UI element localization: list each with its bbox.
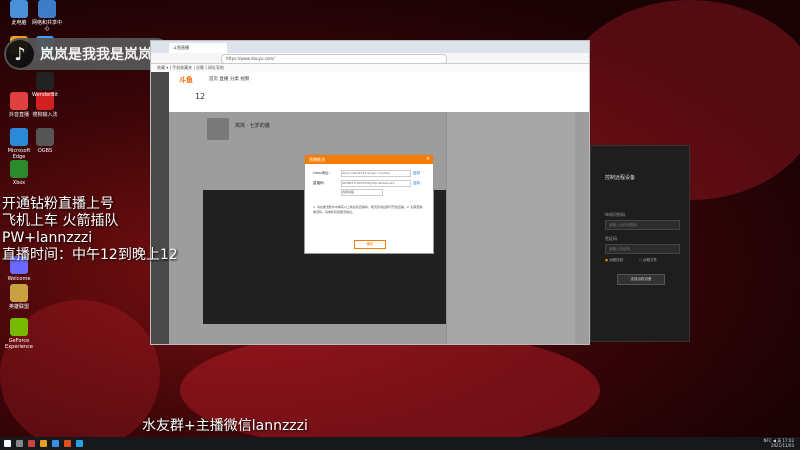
dialog-note: 1. 请在推流软件中填写以上地址和直播码，推流完成后即可开始直播。2. 如需更换… xyxy=(313,205,423,214)
desktop-icon[interactable]: Xbox xyxy=(2,160,36,186)
bottom-promo: 水友群+主播微信lannzzzi xyxy=(142,418,308,434)
site-nav: 斗鱼 首页 直播 分类 视频 xyxy=(169,72,589,87)
app-icon xyxy=(38,0,56,18)
desktop-icon-label: 英雄联盟 xyxy=(8,304,29,310)
promo-line: 直播时间：中午12到晚上12 xyxy=(2,247,178,263)
connect-button[interactable]: 连接远程设备 xyxy=(617,274,665,285)
app-icon xyxy=(10,92,28,110)
app-icon xyxy=(10,160,28,178)
remote-control-panel: 控制远程设备 伙伴识别码 请输入伙伴识别码 验证码 请输入验证码 ● 远程控制 … xyxy=(590,145,690,342)
partner-id-input[interactable]: 请输入伙伴识别码 xyxy=(605,220,680,230)
search-icon[interactable] xyxy=(16,440,23,447)
copy-key-button[interactable]: 复制 xyxy=(413,181,420,186)
line-select[interactable]: 选择线路 xyxy=(341,189,383,196)
streamkey-label: 直播码: xyxy=(313,181,325,185)
desktop-icon-label: Xbox xyxy=(12,180,26,186)
category-row: 12 xyxy=(169,86,589,112)
dialog-title: 直播推流 xyxy=(309,157,325,162)
rtmp-input[interactable]: rtmp://sendtc3a.douyu.com/live xyxy=(341,170,411,177)
desktop-icon-label: WonderBit xyxy=(32,92,58,98)
browser-window[interactable]: 斗鱼直播 https://www.douyu.com/ 收藏 ▾ | 手机收藏夹… xyxy=(150,40,590,345)
desktop-icon-label: GeForce Experience xyxy=(5,338,33,350)
app-icon xyxy=(10,284,28,302)
app-icon[interactable] xyxy=(52,440,59,447)
app-icon xyxy=(36,72,54,90)
tab-bar: 斗鱼直播 xyxy=(151,41,589,53)
password-input[interactable]: 请输入验证码 xyxy=(605,244,680,254)
password-label: 验证码 xyxy=(605,236,617,241)
rtmp-label: rtmp地址: xyxy=(313,171,330,175)
promo-text: 开通钻粉直播上号 飞机上车 火箭插队 PW+lannzzzi 直播时间：中午12… xyxy=(2,196,178,264)
web-page: 斗鱼 首页 直播 分类 视频 12 岚岚 · 七岁的猫 直播推流 × rtmp地… xyxy=(151,72,589,344)
taskbar: NFC ◀ 英 17:02 2021/11/03 xyxy=(0,437,800,450)
app-icon[interactable] xyxy=(40,440,47,447)
dialog-header: 直播推流 × xyxy=(305,155,433,164)
start-icon[interactable] xyxy=(4,440,11,447)
app-icon[interactable] xyxy=(28,440,35,447)
address-bar: https://www.douyu.com/ xyxy=(151,53,589,64)
app-icon xyxy=(10,318,28,336)
desktop-icon[interactable]: GeForce Experience xyxy=(2,318,36,350)
promo-line: PW+lannzzzi xyxy=(2,230,93,246)
system-tray[interactable]: NFC ◀ 英 17:02 2021/11/03 xyxy=(763,438,794,448)
app-icon xyxy=(10,0,28,18)
clock-date: 2021/11/03 xyxy=(770,443,794,448)
desktop-icon[interactable]: WonderBit xyxy=(28,72,62,98)
copy-rtmp-button[interactable]: 复制 xyxy=(413,171,420,176)
nav-items: 首页 直播 分类 视频 xyxy=(209,77,250,82)
tiktok-icon: ♪ xyxy=(6,40,34,68)
desktop-icon-label: 搜狗输入法 xyxy=(32,112,58,118)
push-stream-dialog: 直播推流 × rtmp地址: rtmp://sendtc3a.douyu.com… xyxy=(304,154,434,254)
url-input[interactable]: https://www.douyu.com/ xyxy=(221,54,447,64)
desktop-icon[interactable]: 网络和共享中心 xyxy=(30,0,64,32)
desktop-icon-label: 网络和共享中心 xyxy=(31,20,62,32)
promo-line: 开通钻粉直播上号 xyxy=(2,196,114,212)
app-icon xyxy=(10,128,28,146)
app-icon[interactable] xyxy=(64,440,71,447)
desktop-icon[interactable]: OGBS xyxy=(28,128,62,154)
desktop-icon[interactable]: 英雄联盟 xyxy=(2,284,36,310)
room-number: 12 xyxy=(195,92,206,101)
browser-tab[interactable]: 斗鱼直播 xyxy=(169,43,227,53)
radio-remote-file[interactable]: ○ 远程文件 xyxy=(639,258,657,263)
tiktok-badge: ♪ 岚岚是我我是岚岚 xyxy=(4,38,172,70)
ok-button[interactable]: 确定 xyxy=(354,240,386,249)
promo-line: 飞机上车 火箭插队 xyxy=(2,213,119,229)
app-icon xyxy=(36,128,54,146)
streamer-name: 岚岚是我我是岚岚 xyxy=(40,47,152,63)
site-logo[interactable]: 斗鱼 xyxy=(179,75,193,85)
desktop-icon-label: Welcome xyxy=(7,276,31,282)
panel-title: 控制远程设备 xyxy=(605,175,636,181)
radio-remote-control[interactable]: ● 远程控制 xyxy=(605,258,623,263)
streamkey-input[interactable]: 3638417rOXTXVrbyhhp?wsSecret= xyxy=(341,180,411,187)
desktop-icon-label: OGBS xyxy=(37,148,53,154)
id-label: 伙伴识别码 xyxy=(605,212,625,217)
app-icon[interactable] xyxy=(76,440,83,447)
close-icon[interactable]: × xyxy=(426,155,430,164)
